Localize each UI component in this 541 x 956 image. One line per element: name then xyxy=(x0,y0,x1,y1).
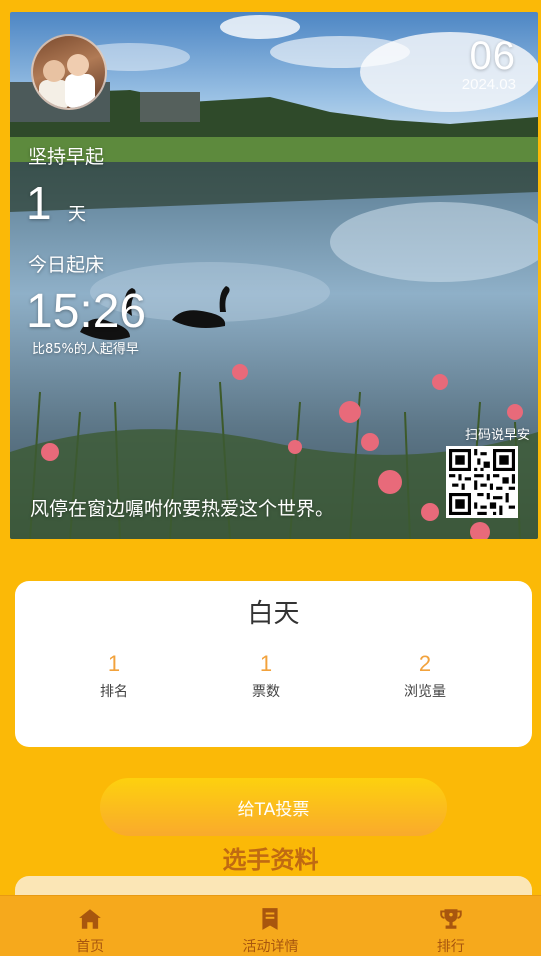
poster-date-day: 06 xyxy=(469,34,516,78)
streak-label: 坚持早起 xyxy=(28,146,105,168)
stat-views-label: 浏览量 xyxy=(404,684,446,700)
tab-ranking[interactable]: 排行 xyxy=(361,896,541,956)
stat-rank-label: 排名 xyxy=(100,684,128,700)
tab-home-label: 首页 xyxy=(76,939,105,955)
stat-votes-label: 票数 xyxy=(252,684,280,700)
stat-votes-value: 1 xyxy=(259,651,273,676)
contestant-stats-card: 白天 1 排名 1 票数 2 浏览量 xyxy=(15,581,532,747)
daily-quote: 风停在窗边嘱咐你要热爱这个世界。 xyxy=(30,498,335,520)
stat-rank: 1 排名 xyxy=(64,651,164,701)
document-icon xyxy=(262,908,279,930)
wake-time: 15:26 xyxy=(26,285,147,338)
stat-votes: 1 票数 xyxy=(216,651,316,701)
qr-code-icon xyxy=(449,449,515,515)
section-title-profile: 选手资料 xyxy=(222,846,319,874)
stat-views-value: 2 xyxy=(418,651,432,676)
contestant-name: 白天 xyxy=(247,599,300,629)
trophy-icon xyxy=(440,909,462,929)
vote-button[interactable]: 给TA投票 xyxy=(100,778,447,836)
today-wake-label: 今日起床 xyxy=(28,254,105,276)
tab-home[interactable]: 首页 xyxy=(0,896,180,956)
user-avatar[interactable] xyxy=(31,34,107,110)
tab-activity-details[interactable]: 活动详情 xyxy=(180,896,360,956)
scan-qr-label: 扫码说早安 xyxy=(464,428,530,443)
streak-unit: 天 xyxy=(68,204,86,225)
stat-views: 2 浏览量 xyxy=(375,651,475,701)
tab-activity-details-label: 活动详情 xyxy=(242,939,299,955)
home-icon xyxy=(79,909,101,929)
streak-days: 1 xyxy=(26,177,52,229)
morning-poster: 06 2024.03 坚持早起 1 天 今日起床 15:26 比85%的人起得早… xyxy=(10,12,538,539)
early-rank-text: 比85%的人起得早 xyxy=(32,342,139,357)
qr-code[interactable] xyxy=(446,446,518,518)
poster-date-year-month: 2024.03 xyxy=(461,76,516,93)
stat-rank-value: 1 xyxy=(107,651,121,676)
bottom-tab-bar: 首页 活动详情 排行 xyxy=(0,895,541,956)
tab-ranking-label: 排行 xyxy=(436,939,465,955)
